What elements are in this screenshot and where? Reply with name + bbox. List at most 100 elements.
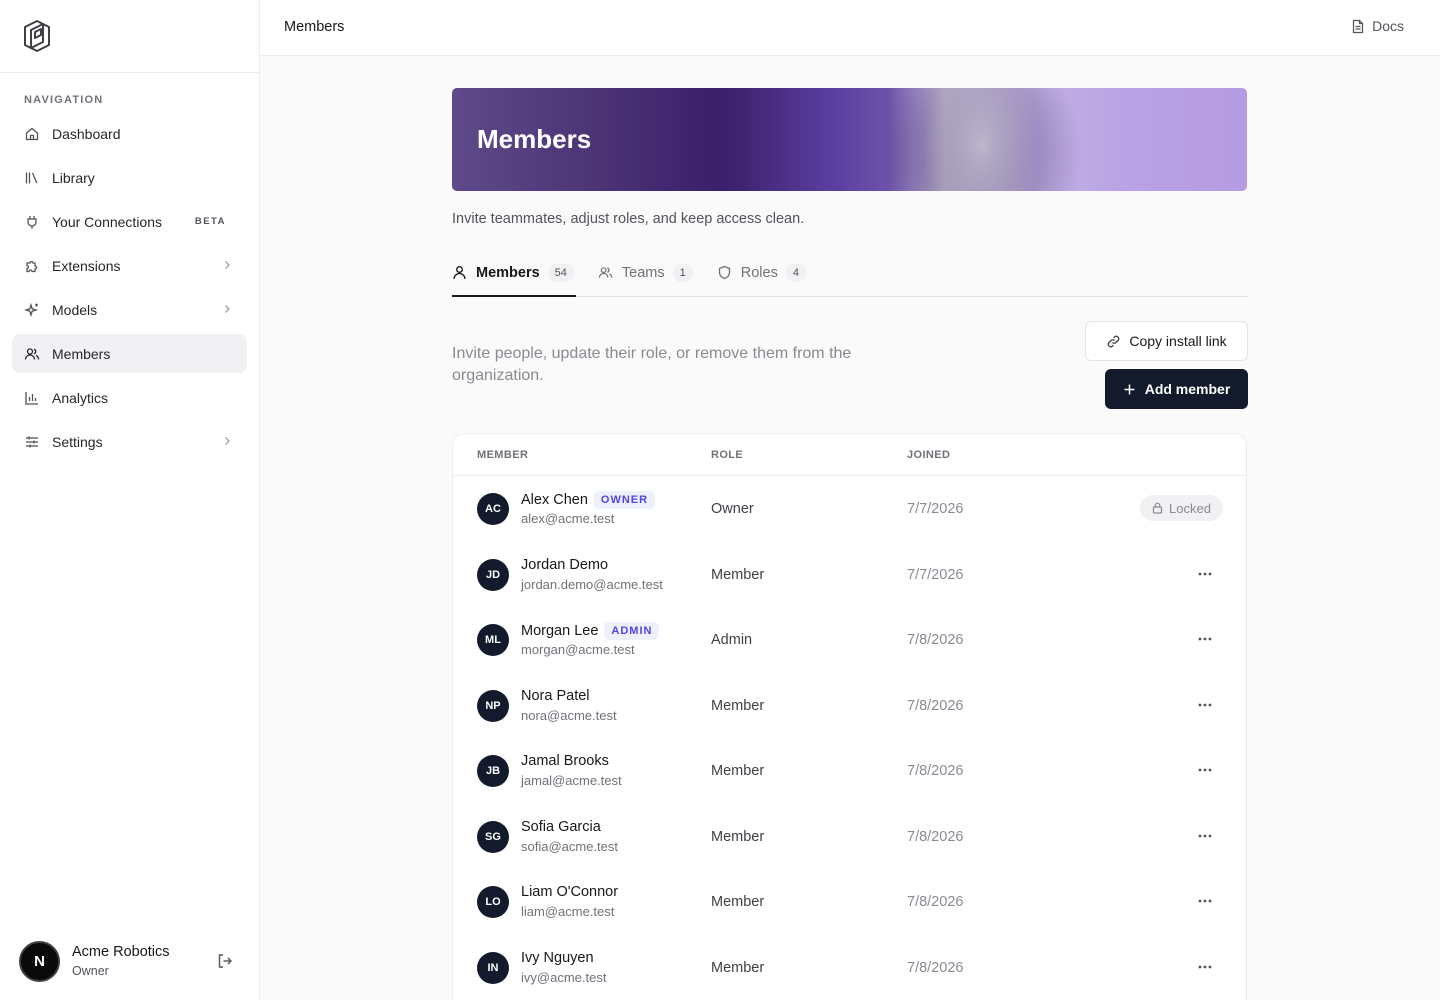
column-header-member: MEMBER [477, 449, 529, 461]
sidebar: NAVIGATION Dashboard Library Your Connec… [0, 0, 260, 1000]
tab-roles[interactable]: Roles 4 [717, 253, 808, 296]
page-title: Members [477, 124, 592, 154]
sidebar-item-dashboard[interactable]: Dashboard [12, 114, 247, 153]
breadcrumb: Members [284, 19, 345, 35]
page-subtitle: Invite teammates, adjust roles, and keep… [452, 211, 805, 227]
member-role-badge: OWNER [593, 491, 656, 509]
add-member-button[interactable]: Add member [1105, 369, 1248, 409]
member-email: nora@acme.test [521, 707, 617, 723]
members-toolbar: Invite people, update their role, or rem… [452, 297, 1248, 433]
main-content: Members Invite teammates, adjust roles, … [452, 88, 1248, 1000]
member-joined-date: 7/8/2026 [907, 632, 964, 648]
column-header-joined: JOINED [907, 449, 951, 461]
member-email: sofia@acme.test [521, 838, 619, 854]
org-role: Owner [72, 964, 109, 978]
library-icon [24, 170, 40, 186]
table-row[interactable]: AC Alex Chen OWNER alex@acme.test Owner … [453, 476, 1246, 542]
sidebar-item-models[interactable]: Models [12, 290, 247, 329]
member-joined-date: 7/7/2026 [907, 566, 964, 583]
sidebar-item-analytics[interactable]: Analytics [12, 378, 247, 417]
member-role-badge: ADMIN [604, 622, 660, 640]
member-name: Alex Chen [521, 492, 588, 508]
org-name: Acme Robotics [72, 944, 170, 960]
more-options-icon[interactable] [1198, 767, 1212, 773]
docs-label: Docs [1372, 18, 1404, 34]
member-joined-date: 7/8/2026 [907, 894, 964, 910]
puzzle-icon [24, 258, 40, 274]
table-row[interactable]: IN Ivy Nguyen ivy@acme.test Member 7/8/2… [453, 935, 1246, 1000]
app-logo[interactable] [22, 19, 52, 53]
member-email: alex@acme.test [521, 511, 615, 526]
add-member-label: Add member [1144, 381, 1231, 397]
sidebar-item-library[interactable]: Library [12, 158, 247, 197]
users-icon [598, 267, 613, 278]
logo-area [0, 0, 259, 73]
more-options-icon[interactable] [1198, 898, 1212, 904]
top-bar: Members Docs [260, 0, 1440, 56]
member-name: Morgan Lee [521, 623, 599, 639]
member-name: Jamal Brooks [521, 753, 609, 769]
more-options-icon[interactable] [1198, 636, 1212, 642]
sidebar-nav: Dashboard Library Your Connections BETA … [12, 114, 247, 466]
sidebar-item-label: Library [52, 169, 95, 186]
tab-count: 1 [672, 263, 693, 282]
member-avatar: NP [477, 689, 509, 722]
member-email: liam@acme.test [521, 904, 615, 919]
more-options-icon[interactable] [1198, 571, 1212, 577]
table-body: AC Alex Chen OWNER alex@acme.test Owner … [453, 476, 1246, 1000]
member-email: jordan.demo@acme.test [521, 576, 663, 592]
copy-install-link-label: Copy install link [1129, 333, 1227, 349]
member-name: Nora Patel [521, 687, 590, 704]
more-options-icon[interactable] [1198, 833, 1212, 839]
tab-members[interactable]: Members 54 [452, 253, 576, 297]
table-row[interactable]: ML Morgan Lee ADMIN morgan@acme.test Adm… [453, 607, 1246, 673]
table-row[interactable]: LO Liam O'Connor liam@acme.test Member 7… [453, 869, 1246, 935]
tab-teams[interactable]: Teams 1 [598, 253, 695, 296]
sidebar-item-members[interactable]: Members [12, 334, 247, 373]
member-name: Sofia Garcia [521, 818, 601, 835]
tab-count: 4 [785, 263, 806, 282]
member-role: Member [711, 566, 765, 583]
chevron-right-icon [225, 261, 230, 269]
more-options-icon[interactable] [1198, 964, 1212, 970]
table-row[interactable]: JD Jordan Demo jordan.demo@acme.test Mem… [453, 542, 1246, 608]
member-role: Owner [711, 501, 754, 517]
docs-link[interactable]: Docs [1351, 18, 1404, 34]
sidebar-item-your-connections[interactable]: Your Connections BETA [12, 202, 247, 241]
logout-icon[interactable] [216, 952, 234, 970]
account-switcher[interactable]: N Acme Robotics Owner [19, 941, 244, 983]
table-row[interactable]: JB Jamal Brooks jamal@acme.test Member 7… [453, 738, 1246, 804]
member-avatar: JD [477, 558, 509, 591]
member-role: Member [711, 828, 765, 845]
chevron-right-icon [225, 305, 230, 313]
member-role: Member [711, 894, 765, 910]
member-avatar: LO [477, 886, 509, 918]
tab-label: Roles [740, 264, 778, 281]
locked-label: Locked [1169, 500, 1211, 516]
table-row[interactable]: NP Nora Patel nora@acme.test Member 7/8/… [453, 673, 1246, 739]
users-icon [24, 346, 40, 362]
sidebar-item-extensions[interactable]: Extensions [12, 246, 247, 285]
members-description: Invite people, update their role, or rem… [452, 345, 852, 384]
document-icon [1352, 19, 1364, 33]
sidebar-item-label: Analytics [52, 389, 109, 406]
members-table: MEMBER ROLE JOINED AC Alex Chen OWNER al… [452, 433, 1247, 1000]
member-name-cell: Liam O'Connor [521, 884, 618, 900]
member-role: Admin [711, 632, 753, 648]
member-name: Jordan Demo [521, 556, 609, 573]
column-header-role: ROLE [711, 449, 744, 461]
more-options-icon[interactable] [1198, 702, 1212, 708]
copy-install-link-button[interactable]: Copy install link [1085, 321, 1248, 361]
page-banner: Members [452, 88, 1247, 191]
sidebar-item-settings[interactable]: Settings [12, 422, 247, 461]
member-joined-date: 7/8/2026 [907, 959, 964, 976]
table-row[interactable]: SG Sofia Garcia sofia@acme.test Member 7… [453, 804, 1246, 870]
link-icon [1108, 335, 1120, 347]
member-avatar: AC [477, 493, 509, 525]
member-avatar: ML [477, 624, 509, 656]
member-name-cell: Jamal Brooks [521, 753, 609, 769]
sparkles-icon [24, 302, 40, 318]
home-icon [24, 126, 40, 142]
member-role: Member [711, 959, 765, 976]
chevron-right-icon [225, 437, 230, 445]
